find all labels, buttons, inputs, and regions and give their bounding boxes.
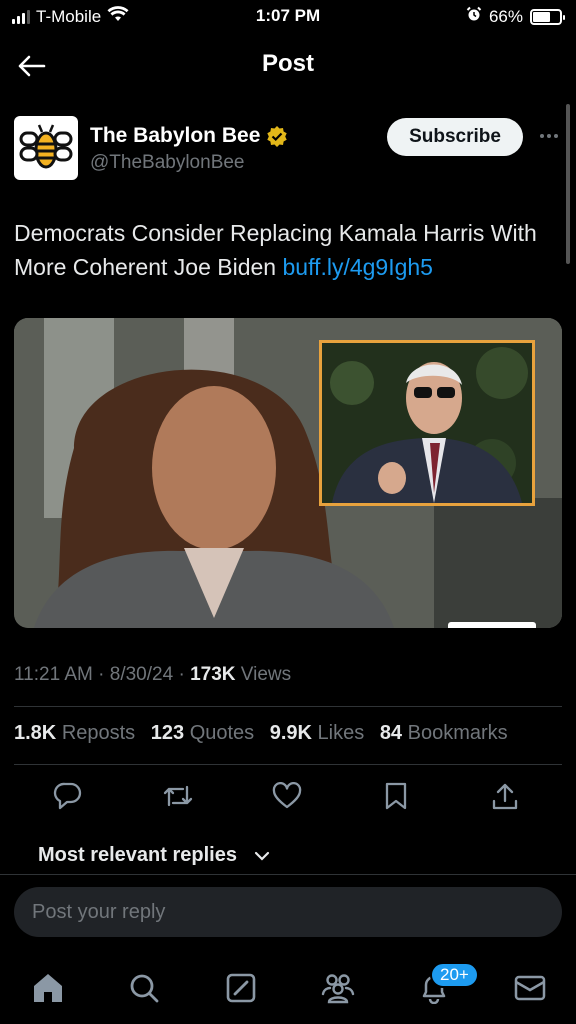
tab-communities[interactable]: [318, 968, 358, 1008]
post-header: Post: [0, 34, 576, 98]
tab-home[interactable]: [28, 968, 68, 1008]
divider: [14, 764, 562, 765]
post-date: 8/30/24: [109, 664, 174, 685]
bee-logo-icon: [19, 124, 73, 169]
post-image[interactable]: [14, 318, 562, 628]
messages-icon: [514, 975, 546, 1001]
post-text: Democrats Consider Replacing Kamala Harr…: [14, 216, 562, 284]
replies-sort-dropdown[interactable]: Most relevant replies: [38, 844, 271, 867]
post-meta: 11:21 AM · 8/30/24 · 173K Views: [14, 664, 292, 685]
bookmark-button[interactable]: [376, 776, 416, 816]
tab-messages[interactable]: [510, 968, 550, 1008]
battery-icon: [530, 8, 565, 25]
reply-icon: [53, 782, 82, 810]
author-name[interactable]: The Babylon Bee: [90, 124, 260, 148]
battery-fill: [533, 11, 551, 22]
tab-grok[interactable]: [221, 968, 261, 1008]
stat-reposts[interactable]: 1.8K Reposts: [14, 722, 135, 744]
repost-icon: [163, 785, 193, 807]
status-bar: T-Mobile 1:07 PM 66%: [0, 0, 576, 34]
post-stats: 1.8K Reposts 123 Quotes 9.9K Likes 84 Bo…: [14, 722, 562, 745]
views-label: Views: [240, 664, 292, 685]
reply-button[interactable]: [48, 776, 88, 816]
stat-likes[interactable]: 9.9K Likes: [270, 722, 365, 744]
stat-bookmarks[interactable]: 84 Bookmarks: [380, 722, 508, 744]
alarm-icon: [466, 6, 482, 27]
battery-percent: 66%: [488, 6, 523, 26]
reply-input[interactable]: Post your reply: [14, 887, 562, 937]
status-right: 66%: [466, 6, 565, 27]
post-actions: [14, 776, 562, 820]
author-handle[interactable]: @TheBabylonBee: [90, 152, 245, 174]
share-icon: [492, 783, 518, 810]
like-button[interactable]: [267, 776, 307, 816]
reply-bar: Post your reply: [0, 874, 576, 960]
biden-photo: [322, 343, 532, 503]
chevron-down-icon: [254, 851, 270, 861]
author-name-row[interactable]: The Babylon Bee: [90, 124, 288, 148]
grok-icon: [226, 973, 256, 1003]
post-body: Democrats Consider Replacing Kamala Harr…: [14, 220, 537, 280]
post-author: The Babylon Bee @TheBabylonBee Subscribe: [14, 116, 562, 186]
replies-sort-label: Most relevant replies: [38, 844, 237, 866]
communities-icon: [321, 974, 355, 1004]
page-title: Post: [261, 50, 314, 77]
bookmark-icon: [385, 782, 407, 810]
scrollbar[interactable]: [566, 104, 570, 264]
divider: [14, 706, 562, 707]
home-icon: [34, 974, 62, 1002]
search-icon: [130, 974, 159, 1003]
share-button[interactable]: [485, 776, 525, 816]
avatar[interactable]: [14, 116, 78, 180]
more-horizontal-icon[interactable]: [536, 128, 562, 144]
verified-badge-icon: [267, 126, 288, 147]
media-indicator: [448, 622, 536, 628]
notifications-badge: 20+: [430, 962, 479, 988]
tab-search[interactable]: [124, 968, 164, 1008]
repost-button[interactable]: [158, 776, 198, 816]
bottom-tab-bar: [0, 960, 576, 1024]
post-link[interactable]: buff.ly/4g9Igh5: [283, 254, 433, 280]
subscribe-button[interactable]: Subscribe: [387, 118, 523, 156]
post-time: 11:21 AM: [14, 664, 93, 685]
views-count: 173K: [190, 664, 236, 685]
stat-quotes[interactable]: 123 Quotes: [151, 722, 254, 744]
biden-inset-photo: [319, 340, 535, 506]
like-icon: [272, 782, 302, 809]
